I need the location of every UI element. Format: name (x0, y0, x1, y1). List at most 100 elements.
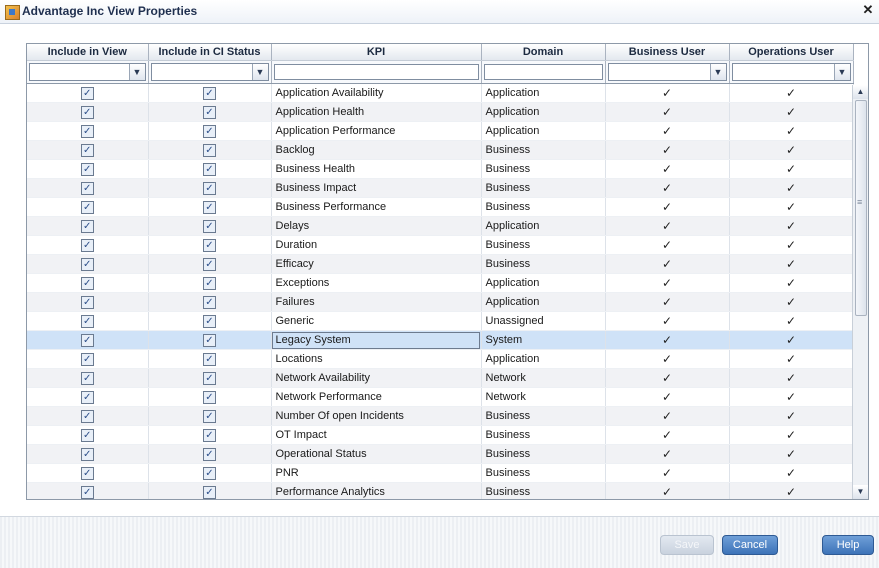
table-row[interactable]: ✓ ✓ Performance Analytics Business ✓ ✓ (27, 482, 854, 499)
filter-dropdown-business-user[interactable]: ▼ (607, 63, 727, 81)
save-button[interactable]: Save (660, 535, 714, 555)
filter-dropdown-include-in-ci-status[interactable]: ▼ (150, 63, 269, 81)
business-user-check-icon[interactable]: ✓ (605, 83, 730, 103)
operations-user-check-icon[interactable]: ✓ (729, 311, 854, 331)
include-in-view-checkbox[interactable]: ✓ (80, 447, 94, 461)
table-row[interactable]: ✓ ✓ Application Health Application ✓ ✓ (27, 102, 854, 122)
business-user-check-icon[interactable]: ✓ (605, 121, 730, 141)
include-in-ci-status-checkbox[interactable]: ✓ (203, 162, 216, 176)
operations-user-check-icon[interactable]: ✓ (729, 425, 854, 445)
business-user-check-icon[interactable]: ✓ (605, 311, 730, 331)
table-row[interactable]: ✓ ✓ Legacy System System ✓ ✓ (27, 330, 854, 350)
close-button[interactable]: ✕ (861, 3, 875, 17)
table-row[interactable]: ✓ ✓ PNR Business ✓ ✓ (27, 463, 854, 483)
kpi-name[interactable]: Performance Analytics (271, 482, 482, 499)
kpi-name[interactable]: Business Impact (271, 178, 482, 198)
table-row[interactable]: ✓ ✓ Business Health Business ✓ ✓ (27, 159, 854, 179)
operations-user-check-icon[interactable]: ✓ (729, 482, 854, 499)
kpi-name[interactable]: Business Performance (271, 197, 482, 217)
include-in-view-checkbox[interactable]: ✓ (80, 485, 94, 499)
include-in-view-checkbox[interactable]: ✓ (80, 124, 94, 138)
include-in-view-checkbox[interactable]: ✓ (80, 162, 94, 176)
business-user-check-icon[interactable]: ✓ (605, 463, 730, 483)
business-user-check-icon[interactable]: ✓ (605, 349, 730, 369)
operations-user-check-icon[interactable]: ✓ (729, 83, 854, 103)
operations-user-check-icon[interactable]: ✓ (729, 121, 854, 141)
operations-user-check-icon[interactable]: ✓ (729, 387, 854, 407)
include-in-view-checkbox[interactable]: ✓ (80, 428, 94, 442)
operations-user-check-icon[interactable]: ✓ (729, 102, 854, 122)
include-in-ci-status-checkbox[interactable]: ✓ (203, 371, 216, 385)
vertical-scrollbar[interactable]: ▲ ▼ (852, 85, 868, 499)
cancel-button[interactable]: Cancel (722, 535, 778, 555)
include-in-view-checkbox[interactable]: ✓ (80, 409, 94, 423)
column-header-operations-user[interactable]: Operations User (729, 44, 854, 61)
filter-input-domain[interactable] (483, 64, 603, 80)
table-row[interactable]: ✓ ✓ Delays Application ✓ ✓ (27, 216, 854, 236)
business-user-check-icon[interactable]: ✓ (605, 235, 730, 255)
include-in-view-checkbox[interactable]: ✓ (80, 238, 94, 252)
include-in-ci-status-checkbox[interactable]: ✓ (203, 143, 216, 157)
chevron-down-icon[interactable]: ▼ (709, 64, 726, 80)
include-in-view-checkbox[interactable]: ✓ (80, 181, 94, 195)
include-in-view-checkbox[interactable]: ✓ (80, 105, 94, 119)
chevron-down-icon[interactable]: ▼ (128, 64, 145, 80)
operations-user-check-icon[interactable]: ✓ (729, 406, 854, 426)
kpi-name[interactable]: Network Availability (271, 368, 482, 388)
business-user-check-icon[interactable]: ✓ (605, 368, 730, 388)
table-row[interactable]: ✓ ✓ Failures Application ✓ ✓ (27, 292, 854, 312)
kpi-name[interactable]: Backlog (271, 140, 482, 160)
filter-input-kpi[interactable] (273, 64, 479, 80)
include-in-view-checkbox[interactable]: ✓ (80, 276, 94, 290)
include-in-view-checkbox[interactable]: ✓ (80, 333, 94, 347)
scroll-up-arrow-icon[interactable]: ▲ (853, 85, 868, 99)
kpi-name[interactable]: Locations (271, 349, 482, 369)
include-in-ci-status-checkbox[interactable]: ✓ (203, 352, 216, 366)
operations-user-check-icon[interactable]: ✓ (729, 444, 854, 464)
operations-user-check-icon[interactable]: ✓ (729, 178, 854, 198)
include-in-ci-status-checkbox[interactable]: ✓ (203, 86, 216, 100)
operations-user-check-icon[interactable]: ✓ (729, 463, 854, 483)
include-in-view-checkbox[interactable]: ✓ (80, 295, 94, 309)
kpi-name[interactable]: OT Impact (271, 425, 482, 445)
include-in-ci-status-checkbox[interactable]: ✓ (203, 276, 216, 290)
table-row[interactable]: ✓ ✓ OT Impact Business ✓ ✓ (27, 425, 854, 445)
business-user-check-icon[interactable]: ✓ (605, 444, 730, 464)
table-row[interactable]: ✓ ✓ Business Performance Business ✓ ✓ (27, 197, 854, 217)
include-in-view-checkbox[interactable]: ✓ (80, 314, 94, 328)
operations-user-check-icon[interactable]: ✓ (729, 235, 854, 255)
kpi-name[interactable]: Application Health (271, 102, 482, 122)
kpi-name[interactable]: Business Health (271, 159, 482, 179)
kpi-name[interactable]: Application Performance (271, 121, 482, 141)
business-user-check-icon[interactable]: ✓ (605, 140, 730, 160)
business-user-check-icon[interactable]: ✓ (605, 216, 730, 236)
include-in-view-checkbox[interactable]: ✓ (80, 143, 94, 157)
include-in-view-checkbox[interactable]: ✓ (80, 219, 94, 233)
kpi-name[interactable]: Application Availability (271, 83, 482, 103)
include-in-view-checkbox[interactable]: ✓ (80, 200, 94, 214)
include-in-view-checkbox[interactable]: ✓ (80, 86, 94, 100)
include-in-ci-status-checkbox[interactable]: ✓ (203, 219, 216, 233)
operations-user-check-icon[interactable]: ✓ (729, 159, 854, 179)
business-user-check-icon[interactable]: ✓ (605, 159, 730, 179)
table-row[interactable]: ✓ ✓ Efficacy Business ✓ ✓ (27, 254, 854, 274)
chevron-down-icon[interactable]: ▼ (833, 64, 850, 80)
table-row[interactable]: ✓ ✓ Duration Business ✓ ✓ (27, 235, 854, 255)
table-row[interactable]: ✓ ✓ Operational Status Business ✓ ✓ (27, 444, 854, 464)
include-in-ci-status-checkbox[interactable]: ✓ (203, 447, 216, 461)
scroll-thumb[interactable] (855, 100, 867, 316)
operations-user-check-icon[interactable]: ✓ (729, 349, 854, 369)
include-in-ci-status-checkbox[interactable]: ✓ (203, 181, 216, 195)
include-in-ci-status-checkbox[interactable]: ✓ (203, 200, 216, 214)
include-in-ci-status-checkbox[interactable]: ✓ (203, 295, 216, 309)
scroll-down-arrow-icon[interactable]: ▼ (853, 485, 868, 499)
operations-user-check-icon[interactable]: ✓ (729, 273, 854, 293)
table-row[interactable]: ✓ ✓ Network Availability Network ✓ ✓ (27, 368, 854, 388)
table-row[interactable]: ✓ ✓ Number Of open Incidents Business ✓ ✓ (27, 406, 854, 426)
include-in-ci-status-checkbox[interactable]: ✓ (203, 390, 216, 404)
table-row[interactable]: ✓ ✓ Application Availability Application ✓ ✓ (27, 83, 854, 103)
include-in-ci-status-checkbox[interactable]: ✓ (203, 124, 216, 138)
business-user-check-icon[interactable]: ✓ (605, 330, 730, 350)
table-row[interactable]: ✓ ✓ Locations Application ✓ ✓ (27, 349, 854, 369)
kpi-name[interactable]: Operational Status (271, 444, 482, 464)
